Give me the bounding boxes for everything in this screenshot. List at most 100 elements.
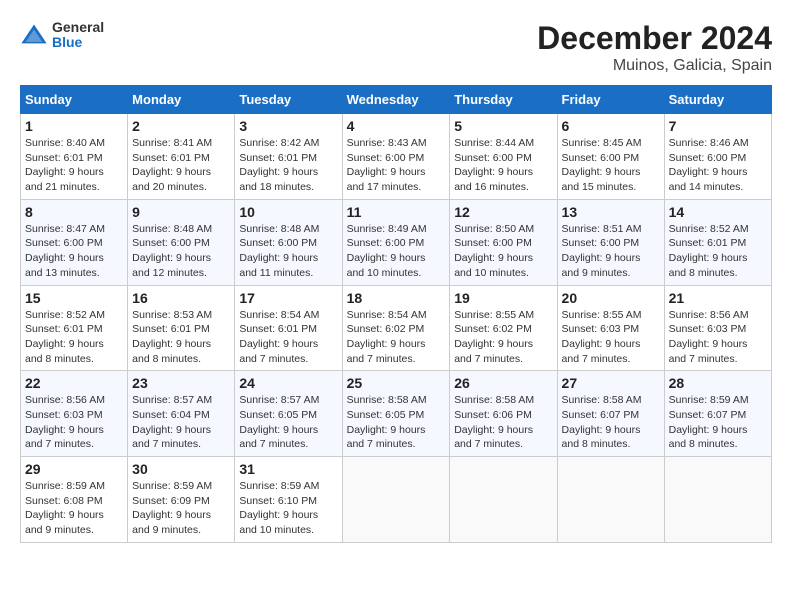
day-number: 15 — [25, 290, 123, 306]
sunset-label: Sunset: 6:03 PM — [669, 323, 747, 335]
sunset-label: Sunset: 6:00 PM — [239, 237, 317, 249]
col-saturday: Saturday — [664, 86, 771, 114]
daylight-label: Daylight: 9 hours and 13 minutes. — [25, 252, 104, 279]
sunset-label: Sunset: 6:05 PM — [239, 409, 317, 421]
col-sunday: Sunday — [21, 86, 128, 114]
calendar-cell — [557, 457, 664, 543]
calendar-cell: 9 Sunrise: 8:48 AM Sunset: 6:00 PM Dayli… — [128, 199, 235, 285]
sunrise-label: Sunrise: 8:56 AM — [669, 309, 749, 321]
sunrise-label: Sunrise: 8:43 AM — [347, 137, 427, 149]
day-number: 20 — [562, 290, 660, 306]
calendar-cell: 27 Sunrise: 8:58 AM Sunset: 6:07 PM Dayl… — [557, 371, 664, 457]
day-info: Sunrise: 8:53 AM Sunset: 6:01 PM Dayligh… — [132, 308, 230, 367]
calendar-week-row: 22 Sunrise: 8:56 AM Sunset: 6:03 PM Dayl… — [21, 371, 772, 457]
title-block: December 2024 Muinos, Galicia, Spain — [537, 20, 772, 75]
day-number: 19 — [454, 290, 552, 306]
daylight-label: Daylight: 9 hours and 7 minutes. — [669, 338, 748, 365]
col-friday: Friday — [557, 86, 664, 114]
sunrise-label: Sunrise: 8:53 AM — [132, 309, 212, 321]
daylight-label: Daylight: 9 hours and 7 minutes. — [25, 424, 104, 451]
day-info: Sunrise: 8:54 AM Sunset: 6:01 PM Dayligh… — [239, 308, 337, 367]
calendar-cell: 28 Sunrise: 8:59 AM Sunset: 6:07 PM Dayl… — [664, 371, 771, 457]
sunset-label: Sunset: 6:01 PM — [239, 152, 317, 164]
daylight-label: Daylight: 9 hours and 9 minutes. — [132, 509, 211, 536]
sunrise-label: Sunrise: 8:48 AM — [239, 223, 319, 235]
daylight-label: Daylight: 9 hours and 9 minutes. — [25, 509, 104, 536]
day-info: Sunrise: 8:56 AM Sunset: 6:03 PM Dayligh… — [25, 393, 123, 452]
sunset-label: Sunset: 6:00 PM — [25, 237, 103, 249]
daylight-label: Daylight: 9 hours and 16 minutes. — [454, 166, 533, 193]
calendar-cell: 20 Sunrise: 8:55 AM Sunset: 6:03 PM Dayl… — [557, 285, 664, 371]
calendar-cell: 7 Sunrise: 8:46 AM Sunset: 6:00 PM Dayli… — [664, 114, 771, 200]
sunrise-label: Sunrise: 8:52 AM — [669, 223, 749, 235]
day-number: 24 — [239, 375, 337, 391]
sunset-label: Sunset: 6:02 PM — [347, 323, 425, 335]
daylight-label: Daylight: 9 hours and 10 minutes. — [239, 509, 318, 536]
daylight-label: Daylight: 9 hours and 7 minutes. — [454, 338, 533, 365]
day-number: 8 — [25, 204, 123, 220]
calendar-week-row: 15 Sunrise: 8:52 AM Sunset: 6:01 PM Dayl… — [21, 285, 772, 371]
daylight-label: Daylight: 9 hours and 15 minutes. — [562, 166, 641, 193]
day-info: Sunrise: 8:57 AM Sunset: 6:04 PM Dayligh… — [132, 393, 230, 452]
day-info: Sunrise: 8:52 AM Sunset: 6:01 PM Dayligh… — [25, 308, 123, 367]
sunrise-label: Sunrise: 8:50 AM — [454, 223, 534, 235]
sunrise-label: Sunrise: 8:59 AM — [25, 480, 105, 492]
sunrise-label: Sunrise: 8:41 AM — [132, 137, 212, 149]
col-tuesday: Tuesday — [235, 86, 342, 114]
sunset-label: Sunset: 6:00 PM — [669, 152, 747, 164]
daylight-label: Daylight: 9 hours and 8 minutes. — [669, 424, 748, 451]
sunset-label: Sunset: 6:01 PM — [239, 323, 317, 335]
calendar-cell: 16 Sunrise: 8:53 AM Sunset: 6:01 PM Dayl… — [128, 285, 235, 371]
sunrise-label: Sunrise: 8:56 AM — [25, 394, 105, 406]
sunset-label: Sunset: 6:03 PM — [562, 323, 640, 335]
col-thursday: Thursday — [450, 86, 557, 114]
sunset-label: Sunset: 6:07 PM — [669, 409, 747, 421]
sunrise-label: Sunrise: 8:47 AM — [25, 223, 105, 235]
day-info: Sunrise: 8:49 AM Sunset: 6:00 PM Dayligh… — [347, 222, 446, 281]
day-number: 12 — [454, 204, 552, 220]
daylight-label: Daylight: 9 hours and 18 minutes. — [239, 166, 318, 193]
calendar-cell: 13 Sunrise: 8:51 AM Sunset: 6:00 PM Dayl… — [557, 199, 664, 285]
day-info: Sunrise: 8:46 AM Sunset: 6:00 PM Dayligh… — [669, 136, 767, 195]
sunset-label: Sunset: 6:01 PM — [132, 152, 210, 164]
logo-blue: Blue — [52, 35, 104, 50]
sunrise-label: Sunrise: 8:46 AM — [669, 137, 749, 149]
sunset-label: Sunset: 6:07 PM — [562, 409, 640, 421]
day-info: Sunrise: 8:45 AM Sunset: 6:00 PM Dayligh… — [562, 136, 660, 195]
day-number: 14 — [669, 204, 767, 220]
calendar-cell: 3 Sunrise: 8:42 AM Sunset: 6:01 PM Dayli… — [235, 114, 342, 200]
calendar-week-row: 29 Sunrise: 8:59 AM Sunset: 6:08 PM Dayl… — [21, 457, 772, 543]
day-info: Sunrise: 8:59 AM Sunset: 6:09 PM Dayligh… — [132, 479, 230, 538]
sunrise-label: Sunrise: 8:54 AM — [239, 309, 319, 321]
day-number: 16 — [132, 290, 230, 306]
sunrise-label: Sunrise: 8:40 AM — [25, 137, 105, 149]
calendar-cell: 23 Sunrise: 8:57 AM Sunset: 6:04 PM Dayl… — [128, 371, 235, 457]
sunrise-label: Sunrise: 8:58 AM — [562, 394, 642, 406]
calendar-cell: 12 Sunrise: 8:50 AM Sunset: 6:00 PM Dayl… — [450, 199, 557, 285]
calendar-week-row: 8 Sunrise: 8:47 AM Sunset: 6:00 PM Dayli… — [21, 199, 772, 285]
day-number: 2 — [132, 118, 230, 134]
calendar-cell: 10 Sunrise: 8:48 AM Sunset: 6:00 PM Dayl… — [235, 199, 342, 285]
calendar-cell: 11 Sunrise: 8:49 AM Sunset: 6:00 PM Dayl… — [342, 199, 450, 285]
day-info: Sunrise: 8:54 AM Sunset: 6:02 PM Dayligh… — [347, 308, 446, 367]
day-info: Sunrise: 8:59 AM Sunset: 6:08 PM Dayligh… — [25, 479, 123, 538]
sunrise-label: Sunrise: 8:57 AM — [239, 394, 319, 406]
day-number: 25 — [347, 375, 446, 391]
sunrise-label: Sunrise: 8:51 AM — [562, 223, 642, 235]
daylight-label: Daylight: 9 hours and 7 minutes. — [347, 338, 426, 365]
daylight-label: Daylight: 9 hours and 12 minutes. — [132, 252, 211, 279]
day-info: Sunrise: 8:58 AM Sunset: 6:07 PM Dayligh… — [562, 393, 660, 452]
calendar-week-row: 1 Sunrise: 8:40 AM Sunset: 6:01 PM Dayli… — [21, 114, 772, 200]
sunrise-label: Sunrise: 8:58 AM — [347, 394, 427, 406]
sunrise-label: Sunrise: 8:52 AM — [25, 309, 105, 321]
daylight-label: Daylight: 9 hours and 21 minutes. — [25, 166, 104, 193]
calendar-cell: 1 Sunrise: 8:40 AM Sunset: 6:01 PM Dayli… — [21, 114, 128, 200]
daylight-label: Daylight: 9 hours and 10 minutes. — [454, 252, 533, 279]
day-info: Sunrise: 8:52 AM Sunset: 6:01 PM Dayligh… — [669, 222, 767, 281]
sunrise-label: Sunrise: 8:48 AM — [132, 223, 212, 235]
day-number: 28 — [669, 375, 767, 391]
sunrise-label: Sunrise: 8:49 AM — [347, 223, 427, 235]
calendar-cell: 25 Sunrise: 8:58 AM Sunset: 6:05 PM Dayl… — [342, 371, 450, 457]
calendar-cell: 19 Sunrise: 8:55 AM Sunset: 6:02 PM Dayl… — [450, 285, 557, 371]
sunset-label: Sunset: 6:03 PM — [25, 409, 103, 421]
